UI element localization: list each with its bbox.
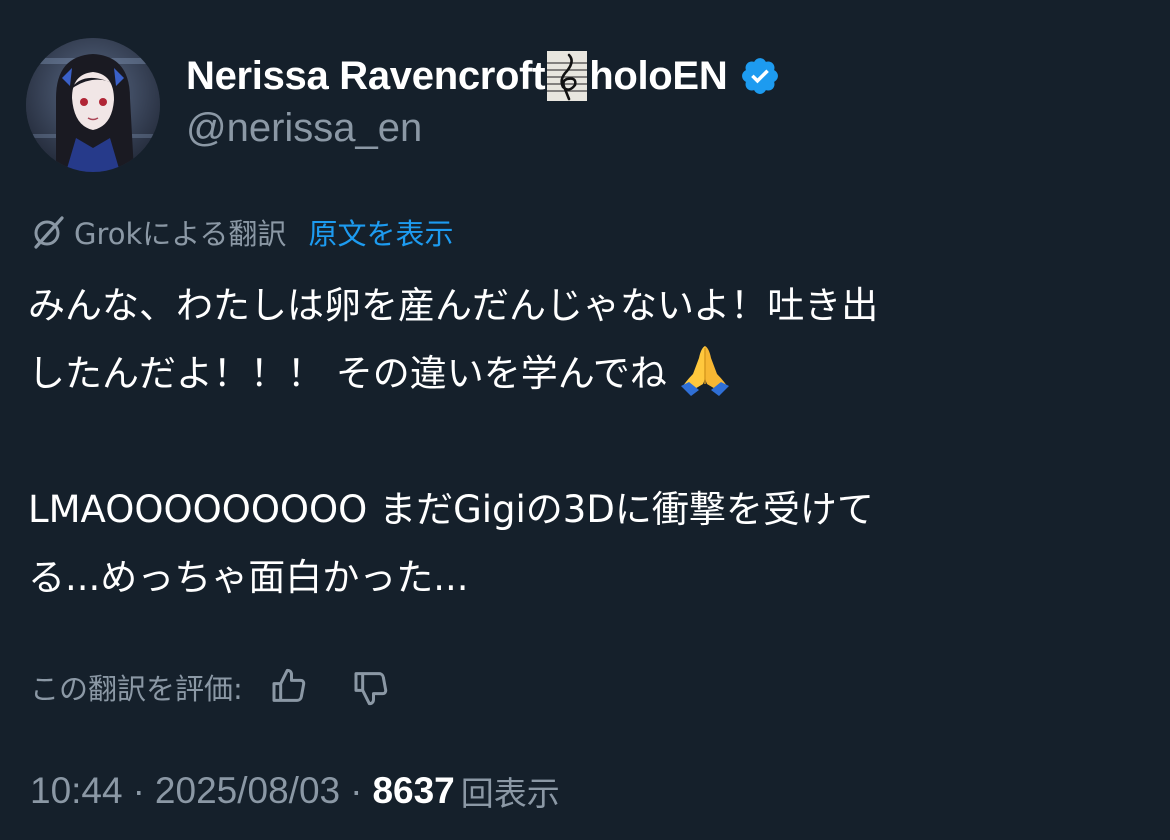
- thumbs-up-button[interactable]: [267, 665, 311, 709]
- tweet-text: みんな、わたしは卵を産んだんじゃないよ！吐き出 したんだよ！！！ その違いを学ん…: [28, 272, 1143, 612]
- tweet-detail: Nerissa Ravencroft holoEN @nerissa_en Gr…: [0, 0, 1170, 840]
- tweet-text-line: みんな、わたしは卵を産んだんじゃないよ！吐き出: [28, 284, 879, 327]
- meta-separator: ·: [132, 770, 145, 811]
- rate-translation-bar: この翻訳を評価:: [30, 665, 393, 709]
- rate-translation-label: この翻訳を評価:: [30, 672, 243, 706]
- views-label: 回表示: [460, 774, 560, 813]
- translation-label: Grokによる翻訳: [74, 217, 287, 251]
- display-name[interactable]: Nerissa Ravencroft holoEN: [186, 50, 781, 102]
- thumbs-down-icon: [354, 672, 387, 706]
- folded-hands-emoji: [680, 346, 729, 396]
- display-name-part2: holoEN: [589, 53, 728, 98]
- meta-separator: ·: [350, 770, 363, 811]
- avatar-image: [26, 38, 160, 172]
- tweet-text-line: したんだよ！！！ その違いを学んでね: [28, 352, 667, 395]
- verified-badge-icon: [742, 58, 779, 94]
- tweet-text-line-with-emoji: したんだよ！！！ その違いを学んでね: [28, 340, 1143, 408]
- grok-icon: [34, 216, 64, 249]
- thumbs-down-button[interactable]: [349, 665, 393, 709]
- display-name-part1: Nerissa Ravencroft: [186, 53, 546, 98]
- tweet-date[interactable]: 2025/08/03: [155, 770, 340, 812]
- avatar[interactable]: [26, 38, 160, 172]
- show-original-link[interactable]: 原文を表示: [308, 211, 453, 253]
- tweet-metadata: 10:44 · 2025/08/03 · 8637 回表示: [30, 768, 560, 814]
- thumbs-up-icon: [272, 668, 305, 702]
- tweet-text-line: る...めっちゃ面白かった...: [28, 556, 469, 599]
- translation-bar: Grokによる翻訳 原文を表示: [30, 212, 453, 252]
- treble-clef-icon: [547, 51, 588, 101]
- author-handle[interactable]: @nerissa_en: [186, 106, 422, 151]
- views-count[interactable]: 8637: [372, 770, 454, 812]
- tweet-text-line: LMAOOOOOOOOO まだGigiの3Dに衝撃を受けて: [28, 488, 874, 531]
- tweet-time[interactable]: 10:44: [30, 770, 123, 812]
